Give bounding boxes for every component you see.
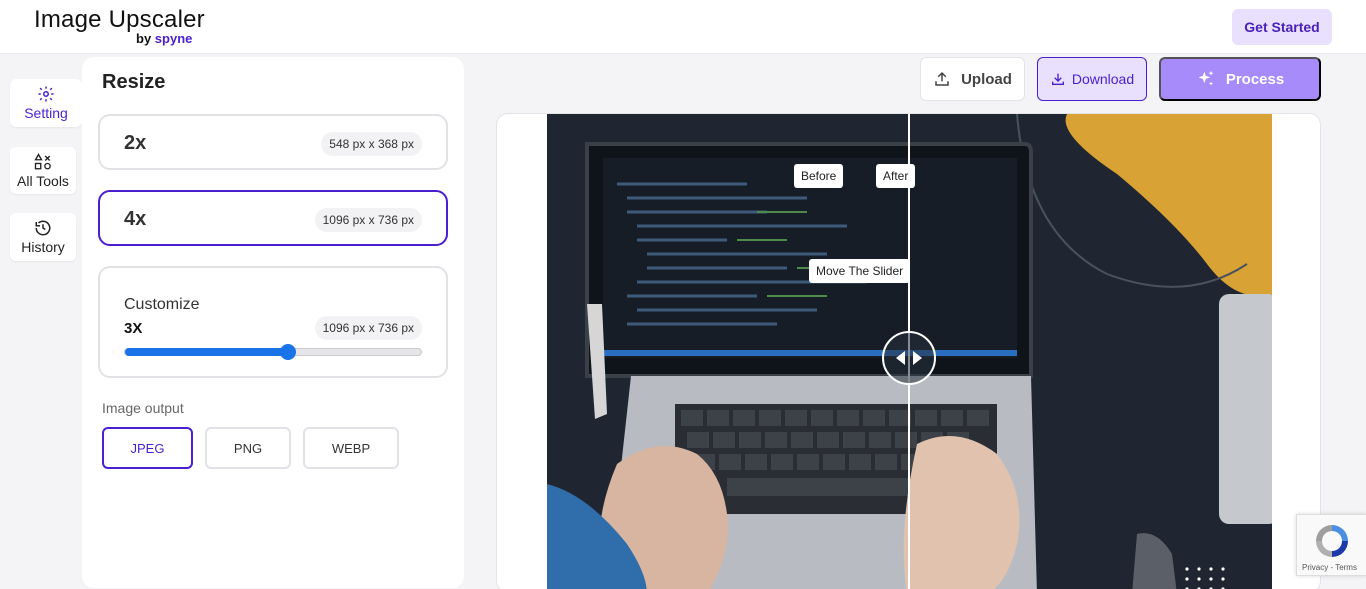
left-right-arrows-icon xyxy=(896,351,922,365)
option-label: 2x xyxy=(124,132,147,154)
download-button[interactable]: Download xyxy=(1037,57,1147,101)
logo[interactable]: Image Upscaler by spyne xyxy=(34,6,205,47)
scale-slider[interactable] xyxy=(124,344,422,360)
logo-brand: spyne xyxy=(154,31,193,46)
image-comparison-viewer: Before After Move The Slider xyxy=(496,113,1321,589)
history-icon xyxy=(35,220,51,236)
dimension-badge: 1096 px x 736 px xyxy=(314,316,422,340)
settings-panel: Resize 2x 548 px x 368 px 4x 1096 px x 7… xyxy=(82,57,464,588)
process-label: Process xyxy=(1225,70,1285,88)
recaptcha-icon xyxy=(1316,525,1348,557)
resize-option-customize[interactable]: Customize 3X 1096 px x 736 px xyxy=(98,266,448,378)
sparkle-icon xyxy=(1198,70,1214,86)
gear-icon xyxy=(38,86,54,102)
format-webp-button[interactable]: WEBP xyxy=(303,427,399,469)
slider-fill xyxy=(125,348,288,356)
app-header: Image Upscaler by spyne Get Started xyxy=(0,0,1366,54)
rail-setting-label: Setting xyxy=(24,105,68,121)
download-label: Download xyxy=(1071,71,1135,87)
dimension-badge: 548 px x 368 px xyxy=(321,132,422,156)
rail-item-history[interactable]: History xyxy=(10,213,76,261)
logo-byline: by spyne xyxy=(136,31,192,46)
resize-option-2x[interactable]: 2x 548 px x 368 px xyxy=(98,114,448,170)
shapes-icon xyxy=(34,152,51,169)
recaptcha-links[interactable]: Privacy - Terms xyxy=(1302,563,1357,572)
get-started-button[interactable]: Get Started xyxy=(1232,9,1332,45)
rail-item-all-tools[interactable]: All Tools xyxy=(10,147,76,194)
upload-icon xyxy=(935,71,949,86)
comparison-slider-handle[interactable] xyxy=(882,331,936,385)
format-png-button[interactable]: PNG xyxy=(205,427,291,469)
after-label: After xyxy=(876,164,916,188)
process-button[interactable]: Process xyxy=(1159,57,1321,101)
logo-title: Image Upscaler xyxy=(34,6,205,33)
upload-label: Upload xyxy=(961,70,1012,88)
customize-title: Customize xyxy=(124,296,200,313)
slider-handle[interactable] xyxy=(279,344,296,360)
rail-history-label: History xyxy=(21,239,65,255)
recaptcha-badge[interactable]: Privacy - Terms xyxy=(1296,514,1366,576)
format-jpeg-button[interactable]: JPEG xyxy=(102,427,193,469)
image-output-label: Image output xyxy=(102,400,184,416)
resize-option-4x[interactable]: 4x 1096 px x 736 px xyxy=(98,190,448,246)
before-label: Before xyxy=(794,164,844,188)
move-slider-hint: Move The Slider xyxy=(809,259,911,283)
rail-item-setting[interactable]: Setting xyxy=(10,79,82,127)
option-label: 4x xyxy=(124,208,147,230)
customize-value: 3X xyxy=(124,320,143,337)
logo-by-text: by xyxy=(136,31,152,46)
panel-title: Resize xyxy=(102,71,166,93)
download-icon xyxy=(1051,73,1064,85)
dimension-badge: 1096 px x 736 px xyxy=(314,208,422,232)
rail-all-tools-label: All Tools xyxy=(17,172,69,189)
upload-button[interactable]: Upload xyxy=(920,57,1025,101)
